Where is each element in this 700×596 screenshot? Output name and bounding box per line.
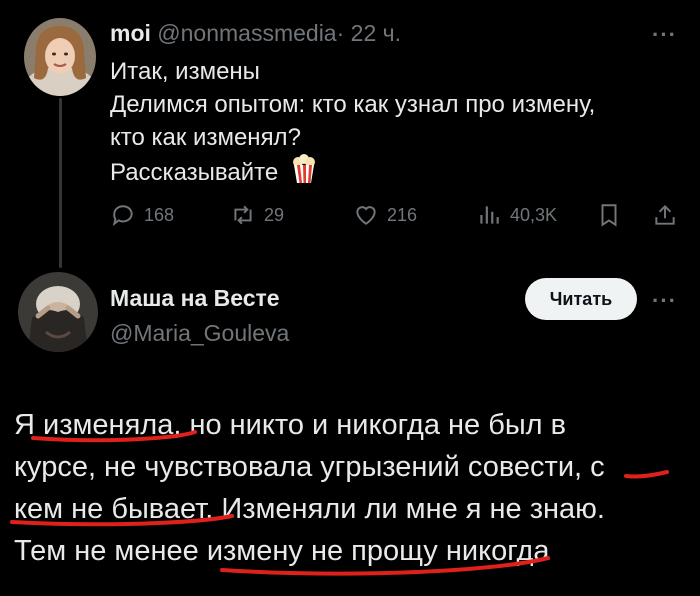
text-highlight-happens: кем не бывает bbox=[14, 493, 206, 525]
post1-line-1: Итак, измены bbox=[110, 58, 260, 85]
post2-line-2: курсе, не чувствовала угрызений совести,… bbox=[14, 446, 605, 488]
views-count: 40,3K bbox=[510, 204, 558, 225]
avatar-masha[interactable] bbox=[18, 272, 98, 352]
text-highlight-never-forgive: измену не прощу никогда bbox=[206, 535, 550, 567]
text-highlight-cheated: изменяла bbox=[43, 409, 174, 441]
avatar-moi[interactable] bbox=[24, 18, 96, 96]
post1-line-4-wrap: Рассказывайте bbox=[110, 154, 680, 193]
heart-icon bbox=[356, 206, 376, 225]
bookmark-icon bbox=[601, 204, 617, 227]
post1-line-4: Рассказывайте bbox=[110, 159, 279, 186]
repost-icon bbox=[234, 205, 252, 225]
like-count: 216 bbox=[387, 204, 418, 225]
views-button[interactable]: 40,3K bbox=[476, 200, 557, 230]
follow-button[interactable]: Читать bbox=[525, 278, 637, 320]
text-segment: . Изменяли ли мне я не знаю. bbox=[205, 493, 605, 525]
bookmark-button[interactable] bbox=[596, 200, 622, 230]
post2-more-button[interactable]: ··· bbox=[652, 288, 677, 314]
post1-author-name[interactable]: moi bbox=[110, 20, 151, 46]
text-segment: курсе, не чувствовала угрызений совести, bbox=[14, 451, 591, 483]
post1-more-button[interactable]: ··· bbox=[652, 22, 677, 48]
post1-line-3: кто как изменял? bbox=[110, 124, 301, 151]
repost-button[interactable]: 29 bbox=[230, 200, 284, 230]
share-button[interactable] bbox=[652, 200, 678, 230]
post1-time[interactable]: 22 ч. bbox=[351, 20, 401, 46]
views-icon bbox=[480, 206, 499, 224]
post1-separator: · bbox=[336, 20, 345, 46]
underline-s bbox=[624, 470, 669, 479]
like-button[interactable]: 216 bbox=[353, 200, 417, 230]
post2-line-3: кем не бывает. Изменяли ли мне я не знаю… bbox=[14, 488, 605, 530]
repost-count: 29 bbox=[264, 204, 285, 225]
post2-line-4: Тем не менее измену не прощу никогда bbox=[14, 530, 605, 572]
thread-line bbox=[59, 98, 62, 268]
reply-count: 168 bbox=[144, 204, 175, 225]
post1-line-2: Делимся опытом: кто как узнал про измену… bbox=[110, 91, 596, 118]
post1-handle[interactable]: @nonmassmedia bbox=[157, 20, 336, 46]
reply-icon bbox=[112, 205, 133, 227]
post2-author-name[interactable]: Маша на Весте bbox=[110, 285, 280, 312]
post1-body: Итак, измены Делимся опытом: кто как узн… bbox=[110, 55, 680, 193]
text-segment: Тем не менее bbox=[14, 535, 207, 567]
post2-body: Я изменяла, но никто и никогда не был в … bbox=[14, 404, 605, 572]
text-segment: , но никто и никогда не был в bbox=[173, 409, 567, 441]
text-highlight-s: с bbox=[590, 451, 605, 483]
post2-line-1: Я изменяла, но никто и никогда не был в bbox=[14, 404, 605, 446]
post2-handle[interactable]: @Maria_Gouleva bbox=[110, 320, 289, 347]
text-segment: Я bbox=[14, 409, 43, 441]
post1-header: moi @nonmassmedia· 22 ч. bbox=[110, 20, 401, 47]
share-icon bbox=[655, 204, 675, 225]
popcorn-icon bbox=[291, 154, 317, 193]
reply-button[interactable]: 168 bbox=[110, 200, 174, 230]
